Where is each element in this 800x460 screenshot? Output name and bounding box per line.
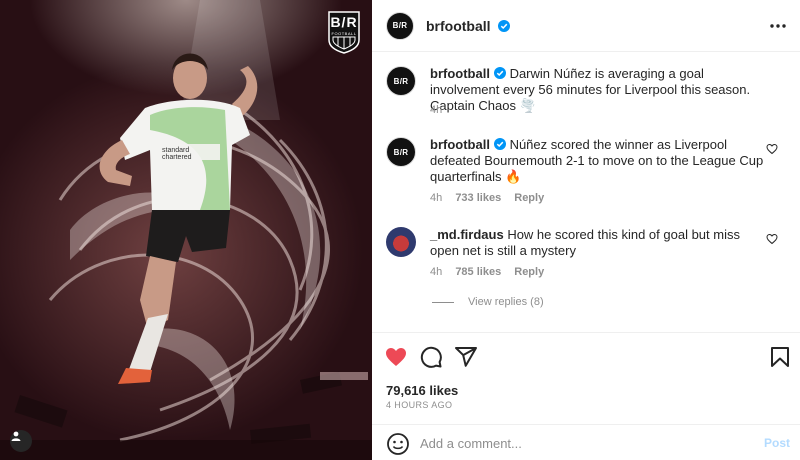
like-count[interactable]: 79,616 likes: [386, 383, 458, 398]
comment-likes[interactable]: 785 likes: [455, 266, 501, 278]
avatar[interactable]: B/R: [386, 137, 416, 167]
view-replies-button[interactable]: View replies (8): [432, 296, 544, 308]
post-header: B/R brfootball: [372, 0, 800, 52]
comment-likes[interactable]: 733 likes: [455, 192, 501, 204]
post-timestamp[interactable]: 4 HOURS AGO: [386, 400, 452, 410]
comment-meta: 4h 785 likes Reply: [430, 266, 554, 278]
comment-username[interactable]: _md.firdaus: [430, 227, 504, 242]
avatar[interactable]: B/R: [386, 11, 414, 40]
svg-text:chartered: chartered: [162, 154, 192, 161]
avatar[interactable]: B/R: [386, 66, 416, 96]
reply-button[interactable]: Reply: [514, 266, 544, 278]
heart-icon[interactable]: [384, 345, 408, 369]
comment-username[interactable]: brfootball: [430, 66, 490, 81]
heart-icon[interactable]: [766, 233, 778, 245]
header-username-label: brfootball: [426, 17, 491, 34]
share-icon[interactable]: [454, 345, 478, 369]
comment-meta: 4h: [430, 104, 452, 116]
more-options-icon[interactable]: [768, 17, 788, 35]
comment-meta: 4h 733 likes Reply: [430, 192, 554, 204]
bookmark-icon[interactable]: [768, 345, 792, 369]
player-artwork: standard chartered: [0, 0, 372, 460]
emoji-icon[interactable]: [386, 432, 410, 456]
avatar[interactable]: [386, 227, 416, 257]
svg-text:standard: standard: [162, 147, 189, 154]
comment-icon[interactable]: [419, 345, 443, 369]
comment-time[interactable]: 4h: [430, 192, 442, 204]
comment-text: brfootball Núñez scored the winner as Li…: [430, 137, 770, 185]
divider: [432, 301, 454, 303]
logo-subtext: FOOTBALL: [331, 31, 357, 36]
heart-icon[interactable]: [766, 143, 778, 155]
avatar-text: B/R: [393, 76, 409, 86]
comment-composer: Post: [372, 424, 800, 460]
verified-badge-icon: [493, 67, 506, 79]
view-replies-label: View replies (8): [468, 296, 544, 308]
header-username[interactable]: brfootball: [426, 17, 511, 34]
caption-text: brfootball Darwin Núñez is averaging a g…: [430, 66, 770, 114]
comments-list[interactable]: B/R brfootball Darwin Núñez is averaging…: [372, 52, 800, 332]
user-tag-icon[interactable]: [10, 430, 32, 452]
reply-button[interactable]: Reply: [514, 192, 544, 204]
comment-username[interactable]: brfootball: [430, 137, 490, 152]
post-button[interactable]: Post: [764, 436, 790, 450]
logo-text: B/R: [330, 14, 358, 30]
avatar-text: B/R: [393, 147, 409, 157]
post-detail-panel: B/R brfootball B/R brfootball Darwin Núñ…: [372, 0, 800, 460]
comment-input[interactable]: [420, 433, 740, 453]
avatar-text: B/R: [392, 21, 408, 30]
comment-text: _md.firdaus How he scored this kind of g…: [430, 227, 770, 259]
post-actions: 79,616 likes 4 HOURS AGO: [372, 332, 800, 422]
br-football-logo: B/R FOOTBALL: [327, 10, 361, 54]
verified-badge-icon: [498, 19, 511, 32]
verified-badge-icon: [493, 138, 506, 150]
post-image[interactable]: standard chartered B/R FOOTBALL: [0, 0, 372, 460]
comment-time[interactable]: 4h: [430, 266, 442, 278]
comment-time[interactable]: 4h: [430, 104, 442, 116]
